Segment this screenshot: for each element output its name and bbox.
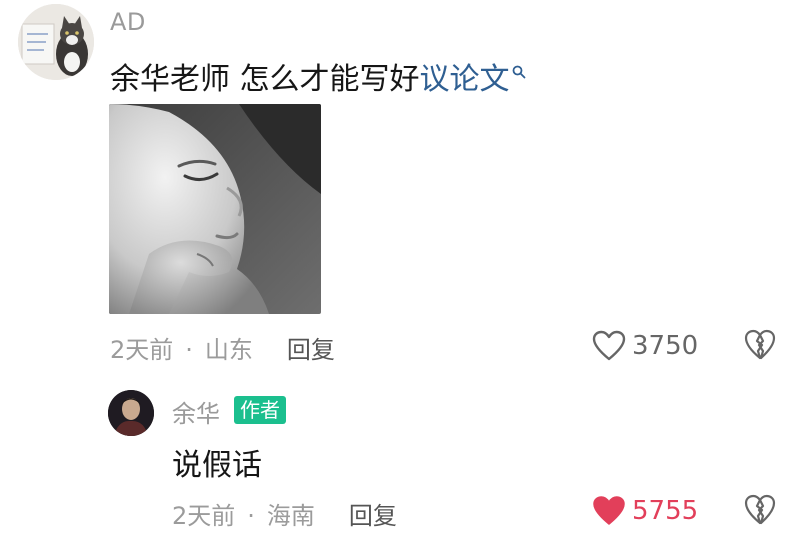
comment-meta: 2天前 · 山东 回复 <box>110 330 335 365</box>
comment-location: 山东 <box>204 336 253 364</box>
avatar-person-photo <box>108 390 154 436</box>
broken-heart-icon[interactable] <box>744 329 776 365</box>
meta-separator: · <box>247 502 255 530</box>
reply-button[interactable]: 回复 <box>349 502 397 530</box>
reply-meta: 2天前 · 海南 回复 <box>172 496 397 531</box>
author-badge: 作者 <box>234 396 286 424</box>
meta-separator: · <box>185 336 193 364</box>
reply-avatar[interactable] <box>108 390 154 436</box>
comment-text: 余华老师 怎么才能写好议论文 <box>110 52 526 98</box>
search-link-text[interactable]: 议论文 <box>420 62 510 97</box>
like-button[interactable]: 3750 <box>592 330 698 362</box>
like-count: 5755 <box>632 496 699 526</box>
comment-username[interactable]: AD <box>110 8 146 36</box>
comment-image-baby[interactable] <box>109 104 321 314</box>
broken-heart-icon[interactable] <box>744 494 776 530</box>
avatar[interactable] <box>18 4 94 80</box>
reply-username[interactable]: 余华 <box>172 394 220 429</box>
heart-filled-icon[interactable] <box>592 495 626 527</box>
heart-icon[interactable] <box>592 330 626 362</box>
reply-location: 海南 <box>266 502 315 530</box>
reply-text: 说假话 <box>172 448 262 483</box>
search-link[interactable]: 议论文 <box>420 62 526 97</box>
search-icon[interactable] <box>512 52 526 87</box>
like-button-liked[interactable]: 5755 <box>592 495 698 527</box>
comment-time: 2天前 <box>110 336 174 364</box>
comment-text-prefix: 余华老师 怎么才能写好 <box>110 62 420 97</box>
avatar-cat-photo <box>18 4 94 80</box>
like-count: 3750 <box>632 331 699 361</box>
reply-time: 2天前 <box>172 502 236 530</box>
reply-button[interactable]: 回复 <box>287 336 335 364</box>
